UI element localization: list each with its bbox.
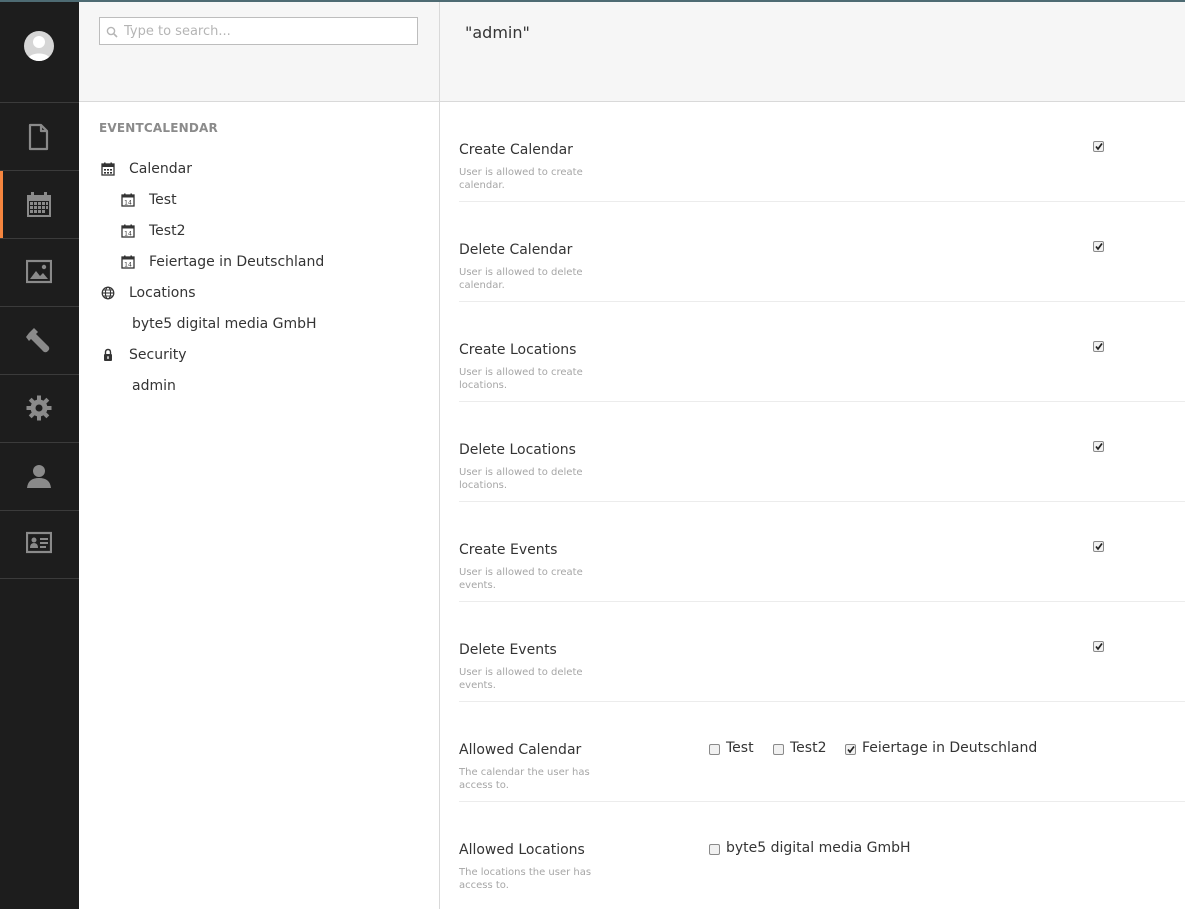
permission-row: Delete Events User is allowed to delete … — [459, 602, 1185, 702]
lock-icon — [104, 348, 112, 361]
tree-node-label: admin — [132, 378, 176, 394]
permission-description: User is allowed to create events. — [459, 567, 583, 591]
create-locations-checkbox[interactable] — [1093, 341, 1104, 352]
delete-events-checkbox[interactable] — [1093, 641, 1104, 652]
tree-node-label: Test — [149, 192, 177, 208]
tree-node-label: Locations — [129, 285, 196, 301]
permission-row: Create Calendar User is allowed to creat… — [459, 102, 1185, 202]
main-panel: "admin" Create Calendar User is allowed … — [440, 2, 1185, 909]
permission-description: User is allowed to create calendar. — [459, 167, 583, 191]
tree-node-label: Test2 — [149, 223, 186, 239]
permission-label: Create Calendar — [459, 142, 573, 158]
section-media[interactable] — [0, 239, 79, 307]
search-input[interactable] — [124, 18, 414, 44]
image-icon — [26, 259, 52, 284]
user-icon — [27, 465, 51, 488]
search-icon — [106, 26, 118, 38]
tree-node-label: Security — [129, 347, 187, 363]
checkmark-icon — [1095, 243, 1103, 251]
calendar-day-icon: 14 — [121, 193, 135, 207]
option-label: Feiertage in Deutschland — [862, 740, 1038, 756]
main-header: "admin" — [440, 2, 1185, 102]
checkmark-icon — [1095, 343, 1103, 351]
calendar-day-icon: 14 — [121, 255, 135, 269]
checkmark-icon — [847, 746, 855, 754]
checkbox[interactable] — [709, 844, 720, 855]
permission-description: User is allowed to create locations. — [459, 367, 583, 391]
permission-label: Delete Calendar — [459, 242, 573, 258]
delete-calendar-checkbox[interactable] — [1093, 241, 1104, 252]
permission-description: The calendar the user has access to. — [459, 767, 590, 791]
checkmark-icon — [1095, 443, 1103, 451]
delete-locations-checkbox[interactable] — [1093, 441, 1104, 452]
tree-node-label: byte5 digital media GmbH — [132, 316, 317, 332]
permission-description: User is allowed to delete calendar. — [459, 267, 583, 291]
section-content[interactable] — [0, 103, 79, 171]
page-title: "admin" — [465, 23, 530, 42]
search-box — [99, 17, 418, 45]
section-developer[interactable] — [0, 307, 79, 375]
document-icon — [28, 123, 49, 151]
avatar[interactable] — [24, 31, 54, 61]
checkbox[interactable] — [709, 744, 720, 755]
gear-icon — [26, 395, 52, 421]
permission-label: Create Locations — [459, 342, 577, 358]
permission-label: Delete Events — [459, 642, 557, 658]
allowed-locations-row: Allowed Locations The locations the user… — [459, 802, 1185, 901]
calendar-icon — [101, 162, 115, 176]
wrench-icon — [26, 328, 50, 353]
checkbox[interactable] — [845, 744, 856, 755]
create-calendar-checkbox[interactable] — [1093, 141, 1104, 152]
permission-label: Create Events — [459, 542, 558, 558]
checkbox[interactable] — [773, 744, 784, 755]
section-members[interactable] — [0, 511, 79, 579]
tree-node-label: Feiertage in Deutschland — [149, 254, 325, 270]
checkmark-icon — [1095, 643, 1103, 651]
checkmark-icon — [1095, 143, 1103, 151]
section-users[interactable] — [0, 443, 79, 511]
permission-row: Delete Calendar User is allowed to delet… — [459, 202, 1185, 302]
permission-description: The locations the user has access to. — [459, 867, 592, 891]
permission-row: Create Events User is allowed to create … — [459, 502, 1185, 602]
avatar-area — [0, 2, 79, 103]
svg-text:14: 14 — [124, 262, 132, 269]
app-sidebar — [0, 2, 79, 909]
option-label: Test2 — [790, 740, 827, 756]
calendar-day-icon: 14 — [121, 224, 135, 238]
globe-icon — [101, 286, 115, 300]
tree-section-title: EVENTCALENDAR — [99, 121, 218, 135]
tree-header — [79, 2, 439, 102]
create-events-checkbox[interactable] — [1093, 541, 1104, 552]
permission-label: Delete Locations — [459, 442, 576, 458]
svg-text:14: 14 — [124, 231, 132, 238]
section-eventcalendar[interactable] — [0, 171, 79, 239]
option-label: byte5 digital media GmbH — [726, 840, 911, 856]
permission-row: Create Locations User is allowed to crea… — [459, 302, 1185, 402]
checkmark-icon — [1095, 543, 1103, 551]
calendar-icon — [27, 192, 51, 217]
tree-panel: EVENTCALENDAR Calendar 14 Test 14 — [79, 2, 440, 909]
permission-label: Allowed Locations — [459, 842, 585, 858]
allowed-calendar-row: Allowed Calendar The calendar the user h… — [459, 702, 1185, 802]
contact-card-icon — [26, 531, 52, 554]
option-label: Test — [726, 740, 754, 756]
permission-description: User is allowed to delete locations. — [459, 467, 583, 491]
tree-node-label: Calendar — [129, 161, 192, 177]
permission-row: Delete Locations User is allowed to dele… — [459, 402, 1185, 502]
permission-description: User is allowed to delete events. — [459, 667, 583, 691]
svg-text:14: 14 — [124, 200, 132, 207]
section-settings[interactable] — [0, 375, 79, 443]
permission-label: Allowed Calendar — [459, 742, 582, 758]
